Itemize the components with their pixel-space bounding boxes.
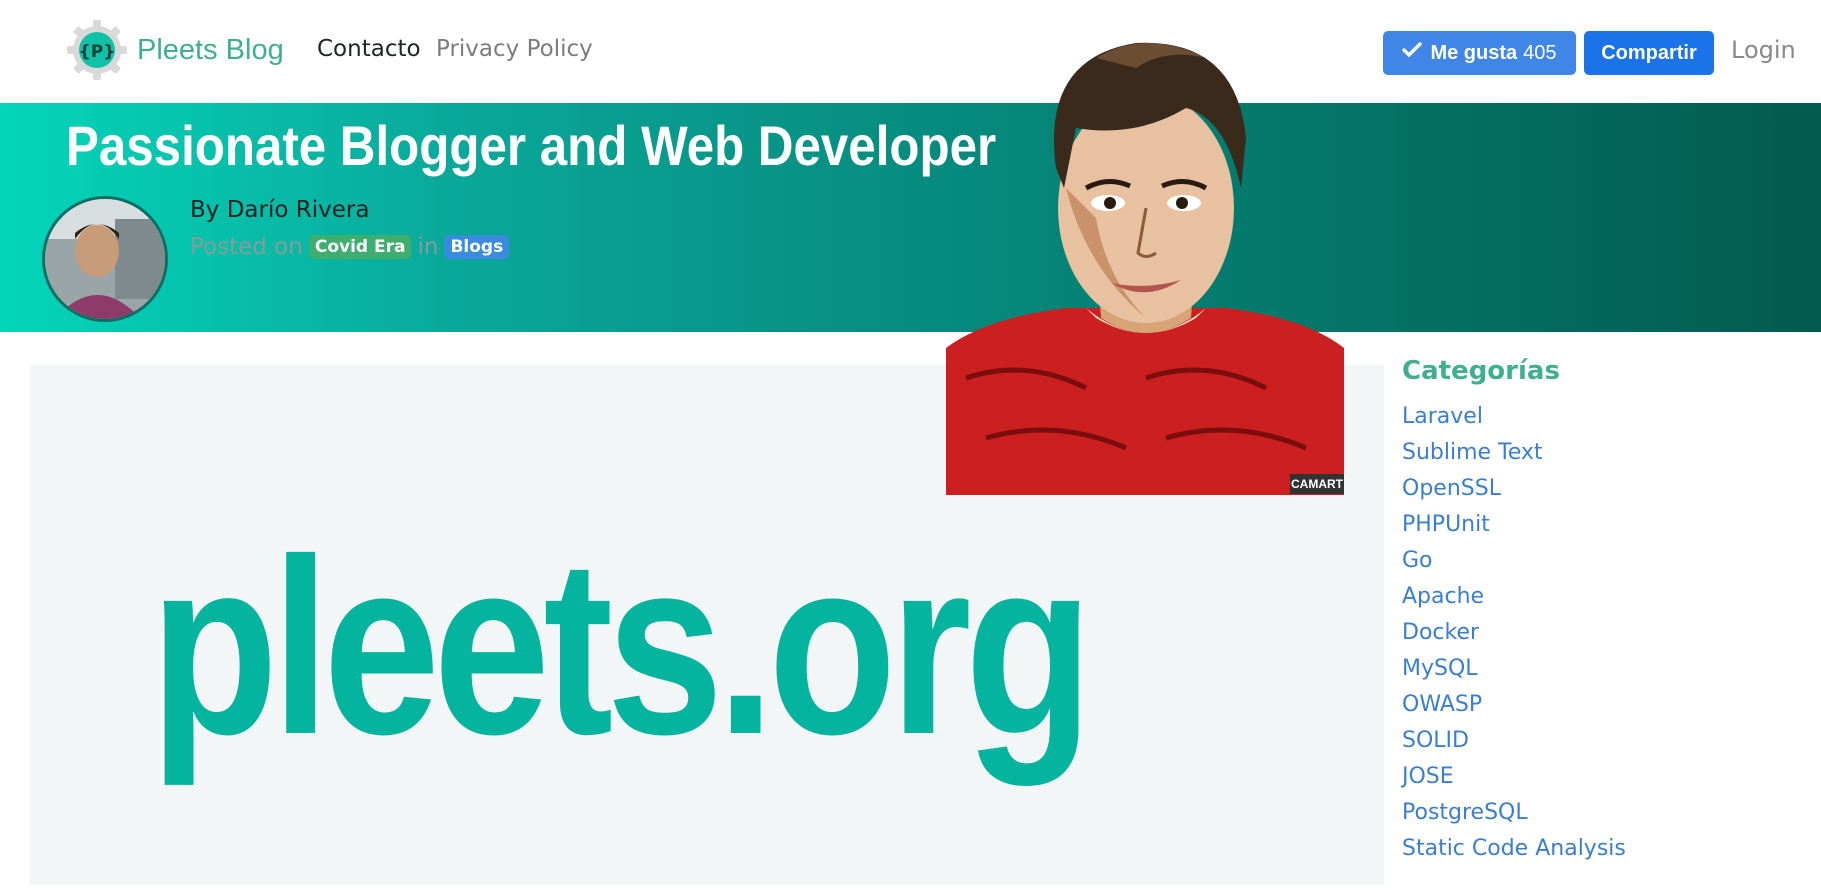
check-icon [1402, 41, 1423, 65]
gear-logo-icon: {P} [67, 20, 127, 80]
brand-link[interactable]: {P} Pleets Blog [67, 20, 284, 80]
nav-link-privacy-policy[interactable]: Privacy Policy [436, 36, 593, 62]
page-title: Passionate Blogger and Web Developer [66, 114, 997, 177]
sidebar-title: Categorías [1402, 356, 1560, 386]
author-avatar [42, 196, 168, 322]
nav-link-contacto[interactable]: Contacto [317, 36, 421, 62]
list-item: PHPUnit [1402, 512, 1802, 548]
list-item: Docker [1402, 620, 1802, 656]
category-link-static-code-analysis[interactable]: Static Code Analysis [1402, 836, 1626, 861]
list-item: MySQL [1402, 656, 1802, 692]
brand-logo-text: {P} [79, 42, 116, 62]
category-link-solid[interactable]: SOLID [1402, 728, 1469, 753]
tag-badge[interactable]: Blogs [444, 235, 510, 259]
list-item: Apache [1402, 584, 1802, 620]
category-link-apache[interactable]: Apache [1402, 584, 1484, 609]
hero-banner: Passionate Blogger and Web Developer By … [0, 103, 1821, 332]
posted-on-label: Posted on [190, 234, 303, 260]
categories-sidebar: Categorías Laravel Sublime Text OpenSSL … [1402, 356, 1802, 872]
category-list: Laravel Sublime Text OpenSSL PHPUnit Go … [1402, 404, 1802, 872]
category-link-mysql[interactable]: MySQL [1402, 656, 1478, 681]
list-item: Laravel [1402, 404, 1802, 440]
author-cartoon-portrait [946, 18, 1344, 495]
list-item: OWASP [1402, 692, 1802, 728]
like-button[interactable]: Me gusta 405 [1383, 31, 1576, 75]
category-link-postgresql[interactable]: PostgreSQL [1402, 800, 1528, 825]
list-item: Go [1402, 548, 1802, 584]
category-link-owasp[interactable]: OWASP [1402, 692, 1482, 717]
category-link-jose[interactable]: JOSE [1402, 764, 1454, 789]
list-item: OpenSSL [1402, 476, 1802, 512]
list-item: SOLID [1402, 728, 1802, 764]
brand-name: Pleets Blog [137, 33, 284, 66]
share-button[interactable]: Compartir [1584, 31, 1714, 75]
cartoon-credit-label: CAMART [1290, 474, 1344, 494]
like-count: 405 [1523, 41, 1557, 64]
in-label: in [417, 234, 439, 260]
like-label: Me gusta [1430, 41, 1518, 64]
author-byline: By Darío Rivera [190, 197, 370, 223]
navbar: {P} Pleets Blog Contacto Privacy Policy … [0, 0, 1821, 103]
category-link-go[interactable]: Go [1402, 548, 1433, 573]
category-badge[interactable]: Covid Era [308, 235, 412, 259]
category-link-phpunit[interactable]: PHPUnit [1402, 512, 1490, 537]
post-meta: Posted on Covid Era in Blogs [190, 234, 515, 260]
login-link[interactable]: Login [1731, 36, 1796, 64]
category-link-docker[interactable]: Docker [1402, 620, 1479, 645]
pleets-org-wordmark: pleets.org [150, 507, 1093, 786]
category-link-openssl[interactable]: OpenSSL [1402, 476, 1501, 501]
category-link-sublime-text[interactable]: Sublime Text [1402, 440, 1543, 465]
list-item: PostgreSQL [1402, 800, 1802, 836]
list-item: Static Code Analysis [1402, 836, 1802, 872]
list-item: Sublime Text [1402, 440, 1802, 476]
category-link-laravel[interactable]: Laravel [1402, 404, 1483, 429]
list-item: JOSE [1402, 764, 1802, 800]
